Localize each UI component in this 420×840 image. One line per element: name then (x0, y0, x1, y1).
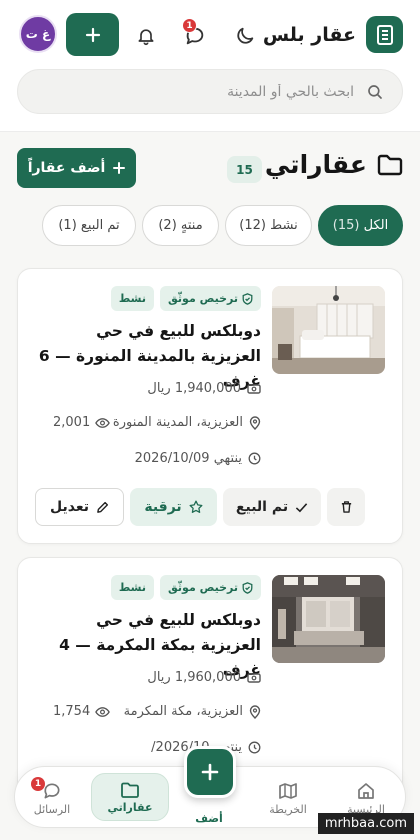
mark-sold-label: تم البيع (235, 499, 289, 515)
watermark: mrhbaa.com (317, 813, 414, 834)
filter-sold[interactable]: تم البيع (1) (42, 205, 136, 246)
search-icon (368, 85, 382, 99)
edit-label: تعديل (50, 499, 89, 515)
messages-button[interactable]: 1 (181, 18, 209, 50)
building-icon (366, 16, 403, 53)
add-property-label: أضف عقاراً (27, 160, 106, 176)
add-property-button[interactable]: أضف عقاراً (17, 148, 136, 188)
page-title-row: عقاراتي 15 أضف عقاراً (17, 148, 403, 190)
delete-button[interactable] (327, 488, 365, 526)
plus-icon (85, 27, 100, 42)
filter-active[interactable]: نشط (12) (225, 205, 312, 246)
search-bar[interactable] (17, 69, 403, 114)
home-icon (358, 782, 374, 799)
location-text: العزيزية، المدينة المنورة (112, 415, 243, 430)
notifications-button[interactable] (132, 22, 160, 50)
filter-count: (15) (332, 218, 360, 233)
shield-check-icon (242, 581, 253, 594)
listing-views: 2,001 (53, 415, 111, 430)
trash-icon (341, 501, 351, 513)
clock-icon (248, 741, 261, 754)
bell-icon (138, 29, 154, 46)
star-icon (189, 500, 203, 513)
listing-photo[interactable] (272, 286, 385, 374)
folder-icon (377, 154, 403, 176)
location-text: العزيزية، مكة المكرمة (123, 704, 243, 719)
nav-add-label: أضف (195, 812, 223, 825)
filter-label: تم البيع (80, 218, 120, 233)
listing-location: العزيزية، المدينة المنورة (113, 415, 261, 430)
listing-actions: تم البيع ترقية تعديل (35, 488, 365, 526)
filter-count: (1) (58, 218, 77, 233)
nav-my-properties-label: عقاراتي (107, 800, 153, 814)
listing-views: 1,754 (53, 704, 111, 719)
listing-location: العزيزية، مكة المكرمة (124, 704, 261, 719)
listing-badges: ترخيص موثّق نشط (110, 575, 261, 600)
clock-icon (248, 452, 261, 465)
map-pin-icon (249, 415, 261, 430)
filter-all[interactable]: الكل (15) (318, 205, 403, 246)
filter-count: (2) (158, 218, 177, 233)
brand[interactable]: عقار بلس (263, 16, 403, 53)
expiry-text: ينتهي 2026/10/09 (134, 451, 242, 466)
folder-icon (121, 782, 139, 798)
views-count: 2,001 (53, 415, 91, 430)
nav-my-properties[interactable]: عقاراتي (91, 773, 169, 821)
license-badge: ترخيص موثّق (160, 575, 261, 600)
license-label: ترخيص موثّق (168, 292, 238, 305)
listing-badges: ترخيص موثّق نشط (110, 286, 261, 311)
money-icon (247, 383, 261, 394)
brand-name: عقار بلس (262, 23, 356, 46)
add-listing-fab[interactable] (184, 746, 236, 798)
filter-count: (12) (239, 218, 266, 233)
license-label: ترخيص موثّق (168, 581, 238, 594)
shield-check-icon (242, 292, 253, 305)
views-count: 1,754 (53, 704, 91, 719)
map-icon (279, 782, 297, 799)
moon-icon (237, 27, 254, 44)
plus-icon (113, 162, 126, 174)
listing-price: 1,940,000 ريال (147, 381, 261, 396)
filter-label: نشط (270, 218, 298, 233)
listing-photo[interactable] (272, 575, 385, 663)
promote-label: ترقية (144, 499, 182, 515)
filter-expired[interactable]: منتهٍ (2) (142, 205, 219, 246)
eye-icon (95, 706, 111, 717)
eye-icon (95, 417, 111, 428)
nav-map[interactable]: الخريطة (253, 775, 323, 821)
mark-sold-button[interactable]: تم البيع (223, 488, 321, 526)
notification-badge: 1 (182, 18, 197, 33)
map-pin-icon (249, 704, 261, 719)
status-filters: الكل (15) نشط (12) منتهٍ (2) تم البيع (1… (42, 205, 403, 246)
app-header: عقار بلس 1 غ ت (0, 0, 420, 132)
edit-button[interactable]: تعديل (35, 488, 124, 526)
filter-label: الكل (363, 218, 389, 233)
nav-messages[interactable]: الرسائل 1 (17, 775, 87, 821)
page-title: عقاراتي (264, 150, 367, 179)
messages-badge: 1 (31, 777, 45, 791)
listing-card[interactable]: ترخيص موثّق نشط دوبلكس للبيع في حي العزي… (17, 268, 403, 544)
check-icon (295, 502, 308, 512)
user-avatar[interactable]: غ ت (19, 15, 57, 53)
status-badge: نشط (110, 575, 155, 600)
nav-messages-label: الرسائل (33, 802, 71, 816)
promote-button[interactable]: ترقية (130, 488, 217, 526)
listing-count-badge: 15 (227, 156, 262, 183)
chat-icon (44, 783, 60, 798)
status-badge: نشط (110, 286, 155, 311)
header-add-button[interactable] (66, 13, 119, 56)
filter-label: منتهٍ (180, 218, 203, 233)
plus-icon (201, 763, 219, 781)
theme-toggle-button[interactable] (231, 22, 259, 50)
pencil-icon (97, 501, 109, 513)
search-input[interactable] (18, 83, 354, 100)
listing-price: 1,960,000 ريال (147, 670, 261, 685)
money-icon (247, 672, 261, 683)
license-badge: ترخيص موثّق (160, 286, 261, 311)
nav-map-label: الخريطة (269, 802, 307, 816)
price-text: 1,940,000 ريال (147, 381, 241, 396)
price-text: 1,960,000 ريال (147, 670, 241, 685)
listing-expiry: ينتهي 2026/10/09 (135, 451, 261, 466)
